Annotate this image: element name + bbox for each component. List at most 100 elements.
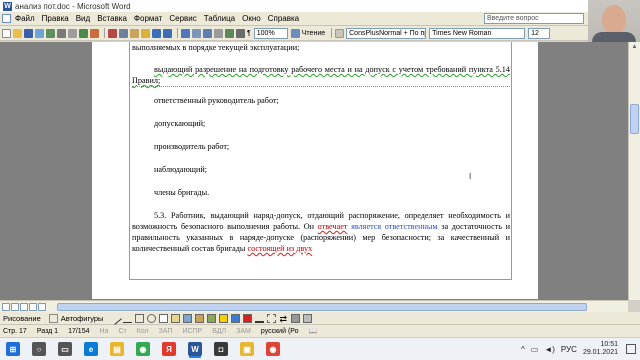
font-color-icon[interactable] [243,313,253,323]
horizontal-scroll-track[interactable] [47,302,628,311]
folder-icon[interactable]: ▣ [240,342,254,356]
document-page[interactable]: выполняемых в порядке текущей эксплуатац… [92,42,538,299]
horizontal-scroll-thumb[interactable] [57,302,587,311]
drawing-menu[interactable]: Рисование [3,314,41,323]
spelling-icon[interactable] [79,28,88,38]
oval-tool-icon[interactable] [147,313,157,323]
menu-view[interactable]: Вид [76,14,90,23]
edge-icon[interactable]: e [84,342,98,356]
camera-icon[interactable]: ◘ [214,342,228,356]
cut-icon[interactable] [108,28,117,38]
help-question-input[interactable]: Введите вопрос [484,13,584,24]
status-track-changes[interactable]: ИСПР [182,328,202,335]
chrome-icon[interactable]: ◉ [136,342,150,356]
task-view-icon[interactable]: ▭ [58,342,72,356]
menu-file[interactable]: Файл [15,14,35,23]
style-select[interactable]: ConsPlusNormal + По праве [346,27,427,39]
undo-icon[interactable] [152,28,161,38]
paragraph-5-3[interactable]: 5.3. Работник, выдающий наряд-допуск, от… [132,210,510,254]
copy-icon[interactable] [119,28,128,38]
font-select[interactable]: Times New Roman [429,27,526,39]
paste-icon[interactable] [130,28,139,38]
document-icon[interactable] [2,14,11,23]
menu-edit[interactable]: Правка [42,14,69,23]
line-responsible-manager[interactable]: ответственный руководитель работ; [132,95,510,106]
menu-table[interactable]: Таблица [204,14,235,23]
reading-mode-button[interactable]: Чтение [302,30,325,37]
open-folder-icon[interactable] [13,28,22,38]
line-permission-issuer[interactable]: выдающий разрешение на подготовку рабоче… [132,64,510,87]
new-document-icon[interactable] [2,28,11,38]
print-icon[interactable] [57,28,66,38]
word-taskbar-icon[interactable]: W [188,342,202,356]
web-view-icon[interactable] [11,302,19,311]
line-current-operation[interactable]: выполняемых в порядке текущей эксплуатац… [132,42,510,53]
menu-tools[interactable]: Сервис [169,14,196,23]
autoshapes-menu[interactable]: Автофигуры [61,314,104,323]
arrow-style-icon[interactable]: ⇄ [279,314,288,324]
fill-color-icon[interactable] [219,313,229,323]
line-admitting[interactable]: допускающий; [132,118,510,129]
show-hidden-icons-icon[interactable]: ^ [521,345,525,354]
styles-pane-icon[interactable] [335,28,345,38]
hyperlink-icon[interactable] [181,28,190,38]
volume-icon[interactable]: ◄) [544,345,555,354]
menu-help[interactable]: Справка [268,14,299,23]
research-icon[interactable] [90,28,99,38]
shadow-icon[interactable] [291,313,301,323]
columns-icon[interactable] [214,28,223,38]
redo-icon[interactable] [163,28,172,38]
line-style-icon[interactable] [255,314,265,323]
line-color-icon[interactable] [231,313,241,323]
permission-icon[interactable] [35,28,44,38]
diagram-icon[interactable] [183,313,193,323]
print-view-icon[interactable] [20,302,28,311]
save-icon[interactable] [24,28,33,38]
status-extend[interactable]: ВДЛ [212,328,226,335]
help-icon[interactable] [290,28,300,38]
start-icon[interactable]: ⊞ [6,342,20,356]
reading-view-icon[interactable] [38,302,46,311]
rectangle-tool-icon[interactable] [135,313,145,323]
email-icon[interactable] [46,28,55,38]
font-size-select[interactable]: 12 [528,27,551,39]
notifications-icon[interactable] [626,344,636,354]
network-icon[interactable]: ▭ [531,345,539,354]
clipart-icon[interactable] [195,313,205,323]
line-work-producer[interactable]: производитель работ; [132,141,510,152]
line-observer[interactable]: наблюдающий; [132,164,510,175]
clock[interactable]: 10:51 29.01.2021 [583,341,618,357]
print-preview-icon[interactable] [68,28,77,38]
vertical-scrollbar[interactable]: ▲ [628,42,640,300]
file-explorer-icon[interactable]: ▤ [110,342,124,356]
spelling-status-icon[interactable]: 📖 [309,327,318,335]
scroll-up-icon[interactable]: ▲ [629,42,640,52]
horizontal-scrollbar[interactable] [0,300,628,312]
3d-icon[interactable] [303,313,313,323]
status-overtype[interactable]: ЗАМ [236,328,251,335]
drawing-icon[interactable] [225,28,234,38]
select-objects-icon[interactable] [48,313,58,323]
arrow-tool-icon[interactable] [123,314,133,323]
zoom-select[interactable]: 100% [253,27,288,39]
textbox-tool-icon[interactable] [159,313,169,323]
search-icon[interactable]: ○ [32,342,46,356]
format-painter-icon[interactable] [141,28,150,38]
picture-icon[interactable] [207,313,217,323]
keyboard-language[interactable]: РУС [561,345,577,354]
insert-table-icon[interactable] [203,28,212,38]
line-team-members[interactable]: члены бригады. [132,187,510,198]
show-hide-formatting-icon[interactable]: ¶ [247,30,251,37]
status-record[interactable]: ЗАП [159,328,173,335]
outline-view-icon[interactable] [29,302,37,311]
normal-view-icon[interactable] [2,302,10,311]
chrome-alt-icon[interactable]: ◉ [266,342,280,356]
document-map-icon[interactable] [236,28,245,38]
menu-format[interactable]: Формат [134,14,162,23]
tables-borders-icon[interactable] [192,28,201,38]
vertical-scroll-thumb[interactable] [630,104,639,134]
line-tool-icon[interactable] [109,311,123,325]
wordart-icon[interactable] [171,313,181,323]
menu-insert[interactable]: Вставка [97,14,127,23]
yandex-icon[interactable]: Я [162,342,176,356]
